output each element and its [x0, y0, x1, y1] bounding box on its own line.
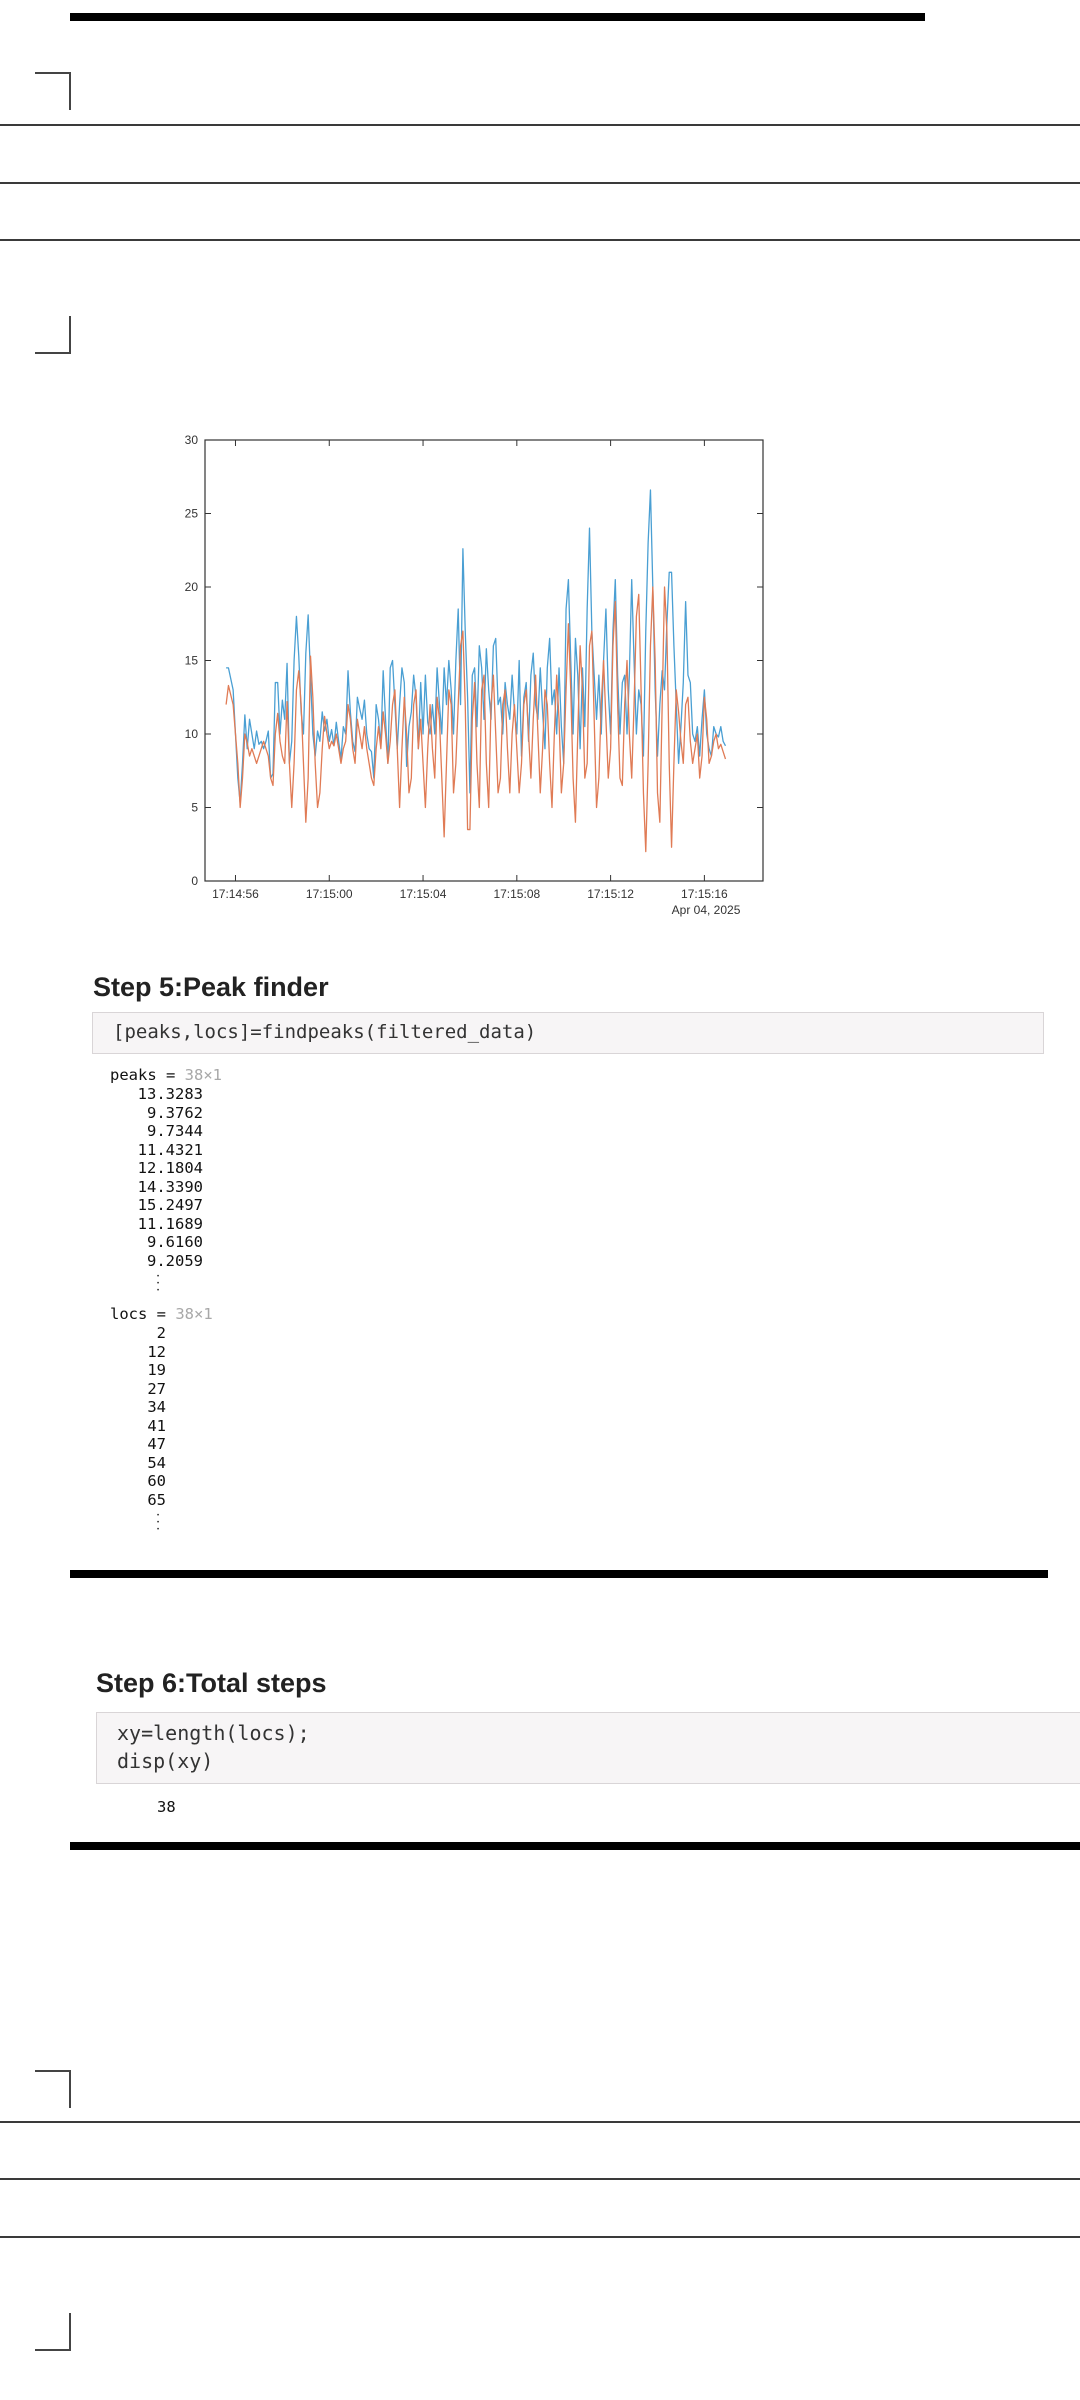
loc-value: 47	[147, 1435, 166, 1453]
divider-line	[0, 2236, 1080, 2238]
vertical-ellipsis-icon: • • •	[156, 1274, 160, 1294]
peak-value: 9.7344	[147, 1122, 203, 1140]
peak-value: 11.4321	[137, 1140, 203, 1159]
divider-line	[0, 239, 1080, 241]
peaks-label: peaks = 38×1	[110, 1066, 222, 1084]
locs-label: locs = 38×1	[110, 1305, 213, 1323]
line-chart: 0 5 10 15 20 25 30 17:14:56 17:15:00 17:15:04 17:1…	[165, 425, 780, 925]
y-tick-label: 5	[191, 801, 198, 815]
peaks-size: 38×1	[184, 1066, 222, 1084]
locs-variable-name: locs =	[110, 1305, 166, 1323]
loc-value: 60	[147, 1472, 166, 1490]
crop-mark	[35, 2070, 71, 2108]
peak-value: 9.2059	[147, 1251, 203, 1270]
step5-code-line: [peaks,locs]=findpeaks(filtered_data)	[113, 1021, 537, 1043]
loc-value: 12	[147, 1342, 166, 1361]
document-page: { "chart_data": { "type": "line", "title…	[0, 0, 1080, 2400]
step6-output: 38	[157, 1798, 176, 1816]
chart-svg: 0 5 10 15 20 25 30 17:14:56 17:15:00 17:15:04 17:1…	[185, 433, 764, 917]
peak-value: 12.1804	[137, 1159, 203, 1177]
x-tick-label: 17:15:08	[493, 887, 540, 901]
x-tick-label: 17:15:04	[400, 887, 447, 901]
section-rule	[70, 1570, 1048, 1578]
y-tick-label: 30	[185, 433, 199, 447]
plot-area-frame	[204, 439, 764, 882]
y-tick-label: 0	[191, 874, 198, 888]
peak-value: 14.3390	[137, 1177, 203, 1196]
divider-line	[0, 2121, 1080, 2123]
x-tick-label: 17:15:16	[681, 887, 728, 901]
section-rule	[70, 1842, 1080, 1850]
crop-mark	[35, 316, 71, 354]
loc-value: 65	[147, 1490, 166, 1509]
step5-heading: Step 5:Peak finder	[93, 972, 329, 1002]
x-tick-label: 17:15:00	[306, 887, 353, 901]
loc-value: 27	[147, 1379, 166, 1398]
peaks-variable-name: peaks =	[110, 1066, 176, 1084]
x-date-label: Apr 04, 2025	[672, 903, 741, 917]
crop-mark	[35, 2313, 71, 2351]
top-rule	[70, 13, 925, 21]
y-tick-label: 25	[185, 507, 199, 521]
peak-value: 13.3283	[137, 1085, 203, 1103]
y-tick-label: 20	[185, 580, 199, 594]
peak-value: 15.2497	[137, 1196, 203, 1214]
series-line-2	[225, 586, 727, 853]
y-tick-label: 10	[185, 727, 199, 741]
step6-heading: Step 6:Total steps	[96, 1668, 327, 1698]
loc-value: 34	[147, 1398, 166, 1416]
locs-size: 38×1	[175, 1305, 213, 1323]
loc-value: 2	[156, 1324, 166, 1342]
loc-value: 19	[147, 1361, 166, 1379]
y-tick-label: 15	[185, 654, 199, 668]
divider-line	[0, 182, 1080, 184]
vertical-ellipsis-icon: • • •	[156, 1513, 160, 1533]
loc-value: 54	[147, 1453, 166, 1472]
peak-value: 11.1689	[137, 1214, 203, 1233]
x-tick-label: 17:15:12	[587, 887, 634, 901]
peak-value: 9.3762	[147, 1103, 203, 1122]
step6-code-line-2: disp(xy)	[117, 1749, 214, 1773]
loc-value: 41	[147, 1416, 166, 1435]
step6-code-line-1: xy=length(locs);	[117, 1721, 310, 1745]
divider-line	[0, 2178, 1080, 2180]
divider-line	[0, 124, 1080, 126]
step5-code-block: [peaks,locs]=findpeaks(filtered_data)	[92, 1012, 1044, 1054]
step6-code-block: xy=length(locs); disp(xy)	[96, 1712, 1080, 1784]
crop-mark	[35, 72, 71, 110]
x-tick-label: 17:14:56	[212, 887, 259, 901]
peak-value: 9.6160	[147, 1233, 203, 1251]
